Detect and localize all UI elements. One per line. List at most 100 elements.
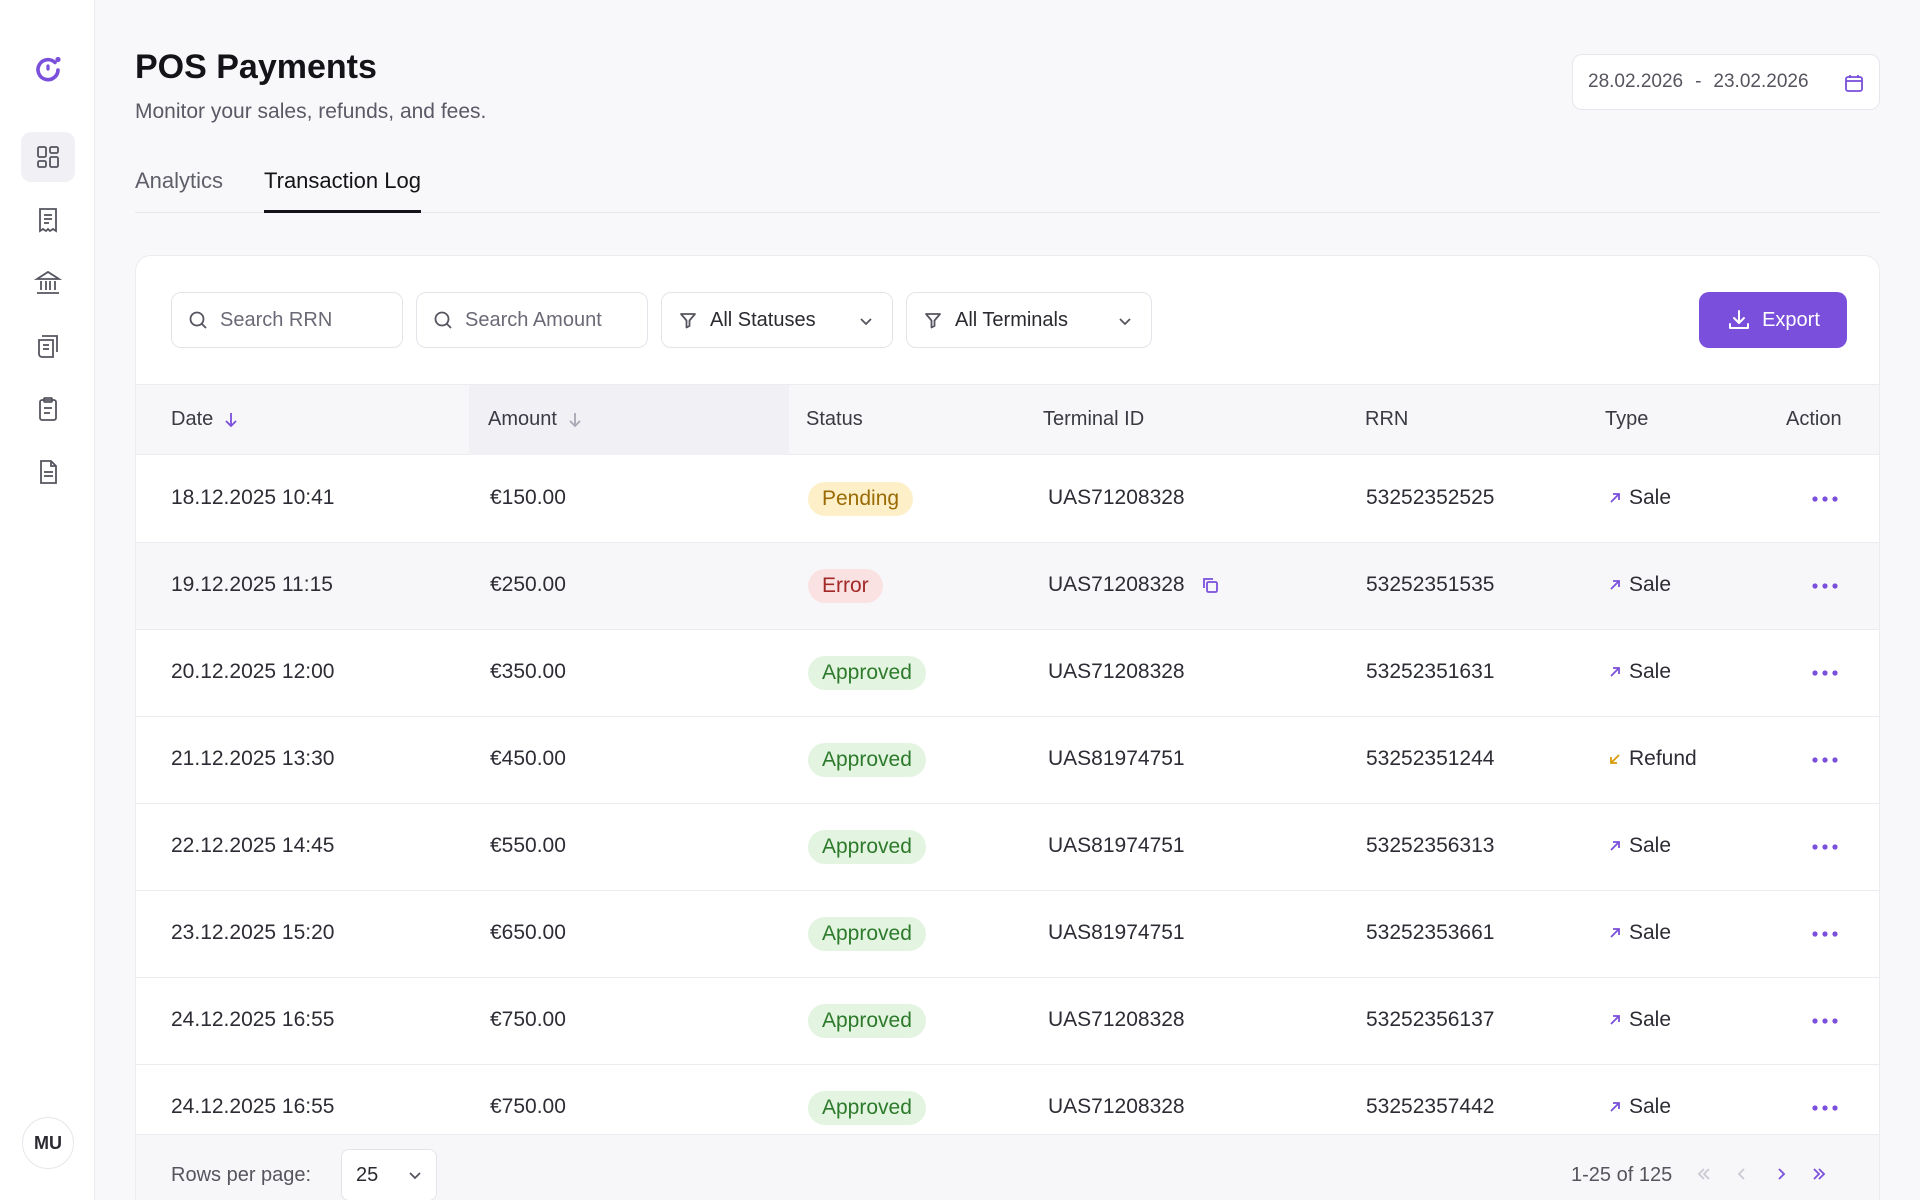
status-badge: Pending [808,482,914,516]
row-actions-button[interactable] [1808,484,1842,514]
more-horizontal-icon [1812,1105,1838,1111]
bank-icon [33,270,63,294]
status-badge: Approved [808,1004,926,1038]
row-date: 22.12.2025 14:45 [171,834,335,857]
row-amount: €250.00 [490,573,566,596]
user-avatar[interactable]: MU [22,1117,74,1169]
previous-page-button[interactable] [1729,1161,1755,1187]
status-filter-dropdown[interactable]: All Statuses [661,292,893,348]
row-actions-button[interactable] [1808,658,1842,688]
column-header-date[interactable]: Date [171,408,241,431]
nav-documents[interactable] [21,447,75,497]
search-rrn-field[interactable] [171,292,403,348]
last-page-button[interactable] [1806,1161,1832,1187]
rows-per-page-label: Rows per page: [171,1164,312,1186]
row-terminal-cell: UAS71208328 [1048,573,1220,597]
status-badge: Approved [808,1091,926,1125]
nav-receipts[interactable] [21,195,75,245]
status-badge: Approved [808,917,926,951]
search-amount-input[interactable] [465,308,625,332]
row-amount: €450.00 [490,747,566,770]
row-terminal-id: UAS81974751 [1048,747,1185,770]
row-amount: €750.00 [490,1095,566,1118]
export-button[interactable]: Export [1699,292,1847,348]
nav-clipboard[interactable] [21,384,75,434]
row-date: 21.12.2025 13:30 [171,747,335,770]
column-header-rrn: RRN [1365,408,1409,430]
row-amount: €350.00 [490,660,566,683]
logo-icon[interactable] [31,52,65,86]
next-page-button[interactable] [1768,1161,1794,1187]
sidebar: MU [0,0,95,1200]
row-actions-button[interactable] [1808,571,1842,601]
row-type: Sale [1607,486,1671,510]
more-horizontal-icon [1812,931,1838,937]
table-row[interactable]: 20.12.2025 12:00 €350.00 Approved UAS712… [136,630,1879,717]
row-rrn: 53252356313 [1366,834,1495,857]
pagination-range: 1-25 of 125 [1571,1164,1673,1186]
document-icon [40,460,57,484]
row-amount: €550.00 [490,834,566,857]
more-horizontal-icon [1812,844,1838,850]
row-rrn: 53252353661 [1366,921,1495,944]
row-actions-button[interactable] [1808,745,1842,775]
row-actions-button[interactable] [1808,1006,1842,1036]
table-row[interactable]: 24.12.2025 16:55 €750.00 Approved UAS712… [136,978,1879,1065]
nav-dashboard[interactable] [21,132,75,182]
row-terminal-id: UAS71208328 [1048,1095,1185,1118]
page-subtitle: Monitor your sales, refunds, and fees. [135,100,487,123]
row-rrn: 53252352525 [1366,486,1495,509]
rows-per-page-select[interactable]: 25 [341,1149,437,1200]
date-range-separator: - [1695,71,1702,92]
status-filter-label: All Statuses [710,308,816,331]
download-icon [1729,310,1750,329]
row-actions-button[interactable] [1808,919,1842,949]
tab-analytics[interactable]: Analytics [135,168,223,210]
column-header-type: Type [1605,408,1649,430]
chevron-left-icon [1737,1168,1745,1180]
more-horizontal-icon [1812,757,1838,763]
table-row[interactable]: 19.12.2025 11:15 €250.00 Error UAS712083… [136,543,1879,630]
row-actions-button[interactable] [1808,832,1842,862]
row-type: Sale [1607,573,1671,597]
tab-transaction-log[interactable]: Transaction Log [264,168,421,213]
more-horizontal-icon [1812,496,1838,502]
nav-invoices[interactable] [21,321,75,371]
search-rrn-input[interactable] [220,308,380,332]
row-rrn: 53252351631 [1366,660,1495,683]
calendar-icon [1845,75,1863,92]
row-rrn: 53252357442 [1366,1095,1495,1118]
row-amount: €650.00 [490,921,566,944]
arrow-up-right-icon [1610,1015,1620,1025]
search-icon [189,311,207,329]
chevron-right-icon [1778,1168,1786,1180]
date-range-picker[interactable]: 28.02.2026 - 23.02.2026 [1572,54,1880,110]
clipboard-icon [39,397,57,421]
table-row[interactable]: 21.12.2025 13:30 €450.00 Approved UAS819… [136,717,1879,804]
table-row[interactable]: 23.12.2025 15:20 €650.00 Approved UAS819… [136,891,1879,978]
row-date: 19.12.2025 11:15 [171,573,333,596]
dashboard-icon [37,146,59,168]
page-title: POS Payments [135,48,377,86]
copy-icon[interactable] [1200,575,1220,595]
row-date: 20.12.2025 12:00 [171,660,335,683]
chevrons-left-icon [1697,1168,1710,1180]
first-page-button[interactable] [1691,1161,1717,1187]
row-type: Sale [1607,1095,1671,1119]
row-terminal-id: UAS71208328 [1048,660,1185,683]
nav-bank[interactable] [21,258,75,308]
terminal-filter-dropdown[interactable]: All Terminals [906,292,1152,348]
row-actions-button[interactable] [1808,1093,1842,1123]
arrow-up-right-icon [1610,1102,1620,1112]
more-horizontal-icon [1812,583,1838,589]
filter-icon [680,313,696,329]
row-date: 24.12.2025 16:55 [171,1008,335,1031]
table-row[interactable]: 22.12.2025 14:45 €550.00 Approved UAS819… [136,804,1879,891]
search-amount-field[interactable] [416,292,648,348]
date-range-end: 23.02.2026 [1713,71,1809,92]
table-row[interactable]: 18.12.2025 10:41 €150.00 Pending UAS7120… [136,456,1879,543]
chevron-down-icon [860,318,872,326]
filter-icon [925,313,941,329]
sort-arrow-down-icon [225,412,237,427]
column-header-amount[interactable]: Amount [488,408,585,431]
